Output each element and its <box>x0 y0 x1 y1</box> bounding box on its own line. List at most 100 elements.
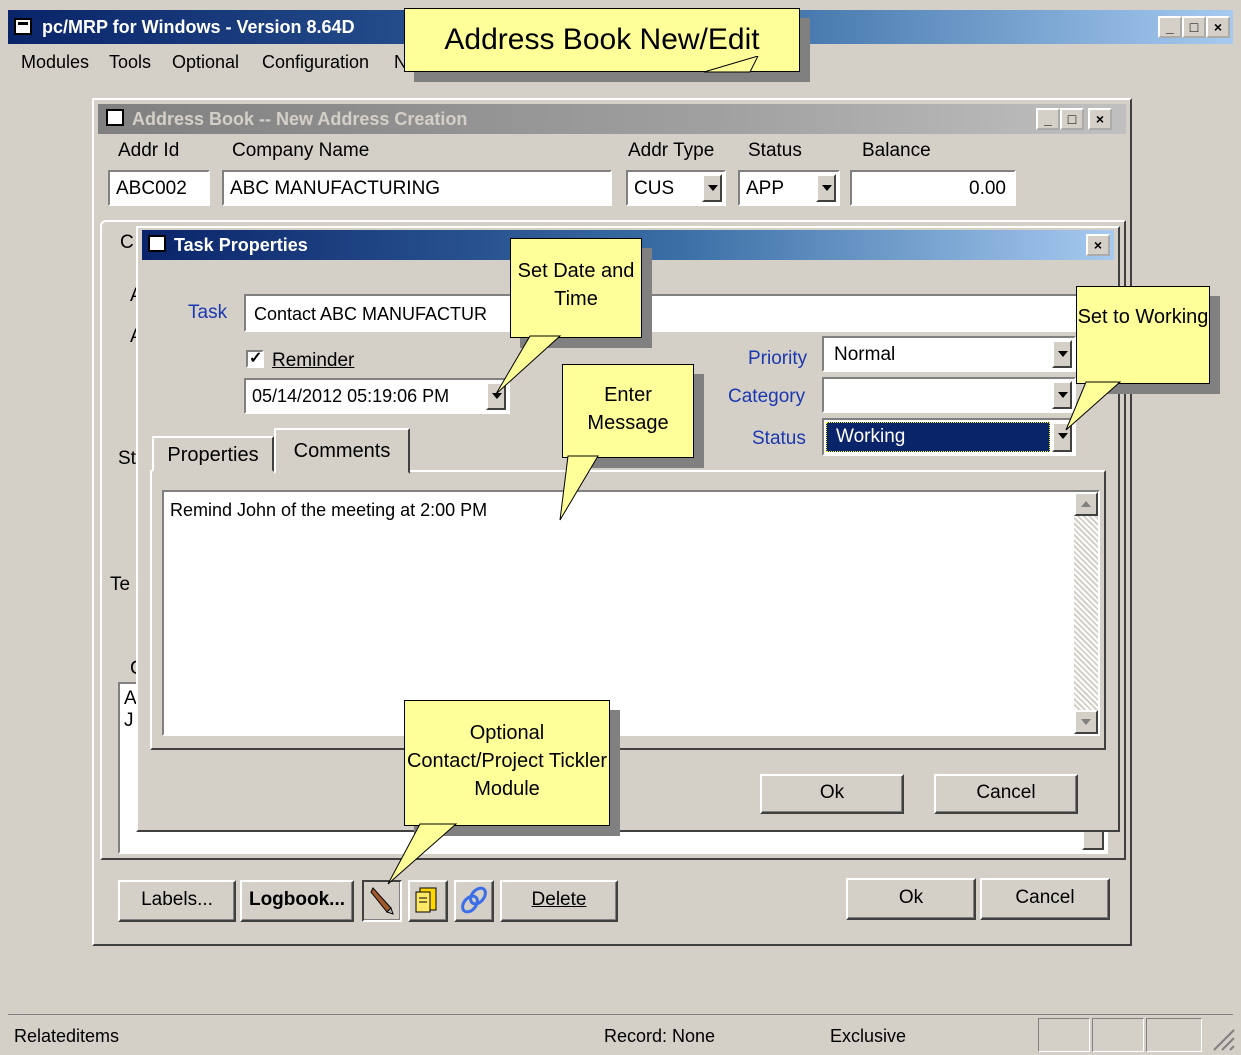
scroll-down-icon[interactable] <box>1074 710 1098 734</box>
status-record: Record: None <box>604 1026 716 1046</box>
set-working-callout-pointer <box>1065 381 1122 431</box>
task-status-select[interactable]: Working <box>822 418 1076 456</box>
chevron-down-icon[interactable] <box>1052 340 1072 368</box>
optional-module-callout-text: Optional Contact/Project Tickler Module <box>406 722 608 800</box>
addr-type-select[interactable]: CUS <box>626 170 726 206</box>
partial-label: C <box>120 232 134 253</box>
minimize-icon[interactable]: _ <box>1158 16 1182 38</box>
address-book-maximize-icon[interactable]: □ <box>1060 108 1084 130</box>
addr-id-value: ABC002 <box>116 178 187 199</box>
partial-label: St <box>118 448 136 469</box>
company-name-field[interactable]: ABC MANUFACTURING <box>222 170 612 206</box>
comment-textarea[interactable]: Remind John of the meeting at 2:00 PM <box>162 490 1100 736</box>
set-date-callout-pointer <box>495 335 562 395</box>
labels-button[interactable]: Labels... <box>118 880 236 922</box>
status-select[interactable]: APP <box>738 170 840 206</box>
tab-comments-label: Comments <box>293 440 391 462</box>
reminder-datetime-value: 05/14/2012 05:19:06 PM <box>252 386 450 406</box>
address-book-minimize-icon[interactable]: _ <box>1036 108 1060 130</box>
status-cell <box>1092 1018 1144 1052</box>
task-title: Task Properties <box>174 235 308 255</box>
task-status-value: Working <box>836 426 906 447</box>
logbook-button-label: Logbook... <box>248 889 346 910</box>
addr-type-header: Addr Type <box>628 140 715 161</box>
addr-type-value: CUS <box>634 178 675 199</box>
maximize-icon[interactable]: □ <box>1182 16 1206 38</box>
menu-optional[interactable]: Optional <box>172 52 239 73</box>
tab-comments[interactable]: Comments <box>274 428 410 474</box>
set-working-callout: Set to Working <box>1076 286 1210 384</box>
status-cell <box>1146 1018 1202 1052</box>
task-cancel-label: Cancel <box>976 782 1036 803</box>
category-select[interactable] <box>822 377 1076 413</box>
address-book-icon <box>106 109 124 126</box>
set-working-callout-text: Set to Working <box>1077 306 1209 328</box>
chevron-down-icon[interactable] <box>816 174 836 202</box>
address-book-close-icon[interactable]: × <box>1088 108 1112 130</box>
address-cancel-button[interactable]: Cancel <box>980 878 1110 920</box>
chevron-down-icon[interactable] <box>702 174 722 202</box>
close-icon[interactable]: × <box>1206 16 1230 38</box>
company-name-value: ABC MANUFACTURING <box>230 178 441 199</box>
reminder-checkbox[interactable]: ✓ <box>246 350 264 368</box>
task-cancel-button[interactable]: Cancel <box>934 774 1078 814</box>
list-item[interactable]: A <box>124 688 137 710</box>
task-ok-button[interactable]: Ok <box>760 774 904 814</box>
priority-label: Priority <box>748 348 808 369</box>
priority-select[interactable]: Normal <box>822 336 1076 372</box>
address-book-callout-pointer <box>703 56 759 73</box>
status-left: Relateditems <box>14 1026 120 1046</box>
set-date-callout: Set Date and Time <box>510 238 642 338</box>
enter-message-callout: Enter Message <box>562 364 694 458</box>
list-item[interactable]: J <box>124 710 134 732</box>
task-input[interactable]: Contact ABC MANUFACTUR <box>244 294 1084 332</box>
address-cancel-label: Cancel <box>1015 887 1075 908</box>
balance-header: Balance <box>862 140 931 161</box>
category-label: Category <box>728 386 806 407</box>
reminder-label: Reminder <box>272 350 354 372</box>
comment-scrollbar[interactable] <box>1074 492 1098 734</box>
optional-module-callout-pointer <box>387 823 458 885</box>
company-name-header: Company Name <box>232 140 370 161</box>
menu-modules[interactable]: Modules <box>21 52 89 73</box>
menu-configuration[interactable]: Configuration <box>262 52 369 73</box>
partial-label: Te <box>110 574 131 595</box>
task-ok-label: Ok <box>819 782 845 803</box>
address-book-callout-text: Address Book New/Edit <box>444 23 760 56</box>
addr-id-header: Addr Id <box>118 140 180 161</box>
status-header: Status <box>748 140 802 161</box>
logbook-button[interactable]: Logbook... <box>240 880 354 922</box>
status-value: APP <box>746 178 785 199</box>
task-label: Task <box>188 302 228 323</box>
app-title: pc/MRP for Windows - Version 8.64D <box>42 17 355 37</box>
reminder-label-text: Reminder <box>272 350 355 371</box>
delete-button-label: Delete <box>531 889 587 910</box>
addr-id-field[interactable]: ABC002 <box>108 170 210 206</box>
address-ok-label: Ok <box>898 887 924 908</box>
status-label: Status <box>752 428 806 449</box>
set-date-callout-text: Set Date and Time <box>517 260 635 310</box>
balance-value: 0.00 <box>969 178 1006 199</box>
task-input-value: Contact ABC MANUFACTUR <box>254 304 488 324</box>
status-mode: Exclusive <box>830 1026 907 1046</box>
comment-text: Remind John of the meeting at 2:00 PM <box>170 500 488 520</box>
priority-value: Normal <box>834 344 896 365</box>
address-ok-button[interactable]: Ok <box>846 878 976 920</box>
address-book-title: Address Book -- New Address Creation <box>132 109 468 129</box>
status-cell <box>1038 1018 1090 1052</box>
delete-button[interactable]: Delete <box>500 880 618 922</box>
reminder-datetime-picker[interactable]: 05/14/2012 05:19:06 PM <box>244 378 510 414</box>
menu-tools[interactable]: Tools <box>109 52 151 73</box>
address-book-title-bar[interactable]: Address Book -- New Address Creation _ □… <box>98 104 1126 134</box>
task-dialog-icon <box>148 235 166 252</box>
balance-field: 0.00 <box>850 170 1016 206</box>
scroll-up-icon[interactable] <box>1074 492 1098 516</box>
tab-properties[interactable]: Properties <box>152 436 274 472</box>
tab-properties-label: Properties <box>167 444 259 466</box>
optional-module-callout: Optional Contact/Project Tickler Module <box>404 700 610 826</box>
resize-grip-icon[interactable] <box>1210 1024 1236 1052</box>
task-close-icon[interactable]: × <box>1086 234 1110 256</box>
enter-message-callout-pointer <box>559 455 599 521</box>
app-icon <box>14 18 32 35</box>
enter-message-callout-text: Enter Message <box>587 384 669 434</box>
